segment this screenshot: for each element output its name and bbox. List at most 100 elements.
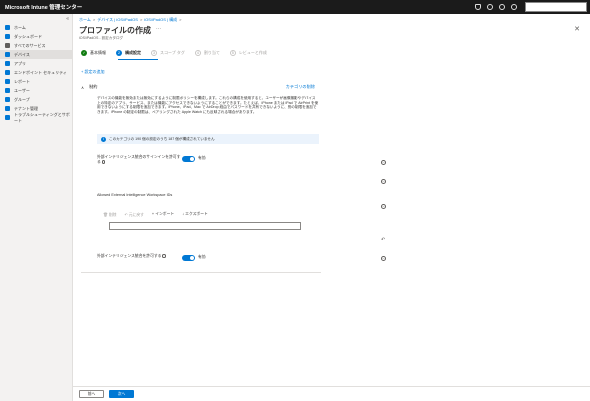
step-number: 3 xyxy=(151,50,157,56)
section-title: 制約 xyxy=(89,84,98,89)
step-number: 2 xyxy=(116,50,122,56)
setting-label: 外部インテリジェンス統合のサインインを許可する xyxy=(97,155,181,164)
sidebar-item[interactable]: アプリ xyxy=(0,59,72,68)
current-step-underline xyxy=(118,59,158,60)
step-number: 5 xyxy=(229,50,236,56)
reports-icon xyxy=(5,79,10,84)
feedback-icon[interactable] xyxy=(511,4,517,10)
export-button[interactable]: ↓ エクスポート xyxy=(182,212,208,218)
breadcrumb: ホーム > デバイス | iOS/iPadOS > iOS/iPadOS | 構成 > xyxy=(79,17,182,22)
wizard-step[interactable]: ✓ 基本情報 xyxy=(81,50,106,56)
sidebar-item[interactable]: エンドポイント セキュリティ xyxy=(0,68,72,77)
devices-icon xyxy=(5,52,10,57)
setting-external-signin: 外部インテリジェンス統合のサインインを許可する 有効 xyxy=(97,155,323,165)
workspace-id-input[interactable] xyxy=(109,222,301,230)
undo-button[interactable]: ↶ 元に戻す xyxy=(124,212,143,218)
help-icon[interactable] xyxy=(499,4,505,10)
toggle-state: 有効 xyxy=(198,255,206,259)
tenant-admin-icon xyxy=(5,106,10,111)
step-label: 基本情報 xyxy=(90,50,106,55)
sidebar-item[interactable]: すべてのサービス xyxy=(0,41,72,50)
wizard-step[interactable]: 2 構成設定 xyxy=(116,50,141,56)
list-toolbar: 🗑 削除 ↶ 元に戻す + インポート ↓ エクスポート xyxy=(103,212,208,218)
groups-icon xyxy=(5,97,10,102)
delete-button[interactable]: 🗑 削除 xyxy=(103,212,116,218)
sidebar-item-label: グループ xyxy=(14,96,30,102)
undo-icon[interactable]: ↶ xyxy=(381,237,385,243)
checkmark-icon: ✓ xyxy=(81,50,87,56)
top-bar: Microsoft Intune 管理センター xyxy=(0,0,590,14)
chevron-up-icon[interactable]: ∧ xyxy=(81,85,84,90)
sidebar-item-label: ユーザー xyxy=(14,87,30,93)
step-label: 構成設定 xyxy=(125,50,141,55)
sidebar-item[interactable]: レポート xyxy=(0,77,72,86)
sidebar-item-label: アプリ xyxy=(14,60,26,66)
page-title: プロファイルの作成 xyxy=(79,26,151,35)
endpoint-security-icon xyxy=(5,70,10,75)
sidebar-item-label: レポート xyxy=(14,78,30,84)
sidebar: « ホームダッシュボード すべてのサービス デバイスアプリエンドポイント セキュリテ… xyxy=(0,14,73,401)
notifications-icon[interactable] xyxy=(475,4,481,10)
info-icon[interactable] xyxy=(162,254,166,258)
sidebar-item[interactable]: ホーム xyxy=(0,23,72,32)
collapse-sidebar-icon[interactable]: « xyxy=(66,16,69,22)
toggle-switch[interactable] xyxy=(182,254,195,261)
step-label: レビューと作成 xyxy=(238,50,267,55)
account-box[interactable] xyxy=(525,2,587,12)
breadcrumb-devices[interactable]: デバイス | iOS/iPadOS xyxy=(97,17,138,22)
footer: 前へ 次へ xyxy=(73,386,590,401)
remove-setting-icon[interactable]: − xyxy=(381,204,386,209)
back-button[interactable]: 前へ xyxy=(79,390,104,398)
sidebar-item[interactable]: トラブルシューティングとサポート xyxy=(0,111,72,123)
divider xyxy=(81,272,321,273)
toggle-switch[interactable] xyxy=(182,155,195,162)
remove-setting-icon[interactable]: − xyxy=(381,160,386,165)
step-number: 4 xyxy=(194,50,201,56)
next-button[interactable]: 次へ xyxy=(109,390,134,398)
main-panel: ホーム > デバイス | iOS/iPadOS > iOS/iPadOS | 構成 > プ… xyxy=(73,14,590,401)
page-subtitle: iOS/iPadOS - 設定カタログ xyxy=(79,36,124,40)
remove-category-link[interactable]: カテゴリの削除 xyxy=(286,84,315,90)
breadcrumb-configuration[interactable]: iOS/iPadOS | 構成 xyxy=(144,17,177,22)
apps-icon xyxy=(5,61,10,66)
remove-setting-icon[interactable]: − xyxy=(381,179,386,184)
sidebar-item-label: トラブルシューティングとサポート xyxy=(14,111,70,123)
setting-external-integration: 外部インテリジェンス統合を許可する 有効 xyxy=(97,254,323,261)
breadcrumb-home[interactable]: ホーム xyxy=(79,17,91,22)
wizard-step[interactable]: 4 割り当て xyxy=(194,50,220,56)
setting-label: 外部インテリジェンス統合を許可する xyxy=(97,254,182,259)
sidebar-item[interactable]: デバイス xyxy=(0,50,72,59)
sidebar-item-label: すべてのサービス xyxy=(14,42,46,48)
wizard-step[interactable]: 3 スコープ タグ xyxy=(151,50,185,56)
step-label: 割り当て xyxy=(203,50,220,55)
close-icon[interactable]: ✕ xyxy=(574,25,580,33)
users-icon xyxy=(5,88,10,93)
step-label: スコープ タグ xyxy=(160,50,185,55)
workspace-ids-label: Allowed External Intelligence Workspace … xyxy=(97,193,173,197)
info-text: このカテゴリの 190 個の設定のうち 187 個が構成されていません xyxy=(109,136,215,141)
info-icon: i xyxy=(101,136,106,142)
sidebar-item[interactable]: グループ xyxy=(0,95,72,104)
sidebar-item[interactable]: ダッシュボード xyxy=(0,32,72,41)
sidebar-item-label: ダッシュボード xyxy=(14,33,42,39)
sidebar-item-label: エンドポイント セキュリティ xyxy=(14,69,67,75)
remove-setting-icon[interactable]: − xyxy=(381,256,386,261)
all-services-icon xyxy=(5,43,10,48)
top-bar-icons xyxy=(475,4,517,10)
app-title[interactable]: Microsoft Intune 管理センター xyxy=(0,3,475,11)
troubleshooting-icon xyxy=(5,115,10,120)
info-icon[interactable] xyxy=(101,160,106,164)
info-bar: i このカテゴリの 190 個の設定のうち 187 個が構成されていません xyxy=(97,134,319,144)
more-options-icon[interactable]: ··· xyxy=(156,26,161,32)
section-description: デバイスの機能を無効または無効にするように制限ポリシーを構成します。これらの構成… xyxy=(97,96,319,114)
sidebar-item[interactable]: ユーザー xyxy=(0,86,72,95)
toggle-state: 有効 xyxy=(198,156,206,160)
sidebar-item-label: ホーム xyxy=(14,24,26,30)
section-header[interactable]: ∧ 制約 カテゴリの削除 xyxy=(81,84,315,90)
settings-icon[interactable] xyxy=(487,4,493,10)
add-settings-link[interactable]: + 設定の追加 xyxy=(81,69,104,75)
import-button[interactable]: + インポート xyxy=(152,212,174,218)
sidebar-item-label: デバイス xyxy=(14,51,30,57)
nav-list: ホームダッシュボード すべてのサービス デバイスアプリエンドポイント セキュリティレ… xyxy=(0,23,72,123)
wizard-step[interactable]: 5 レビューと作成 xyxy=(229,50,267,56)
